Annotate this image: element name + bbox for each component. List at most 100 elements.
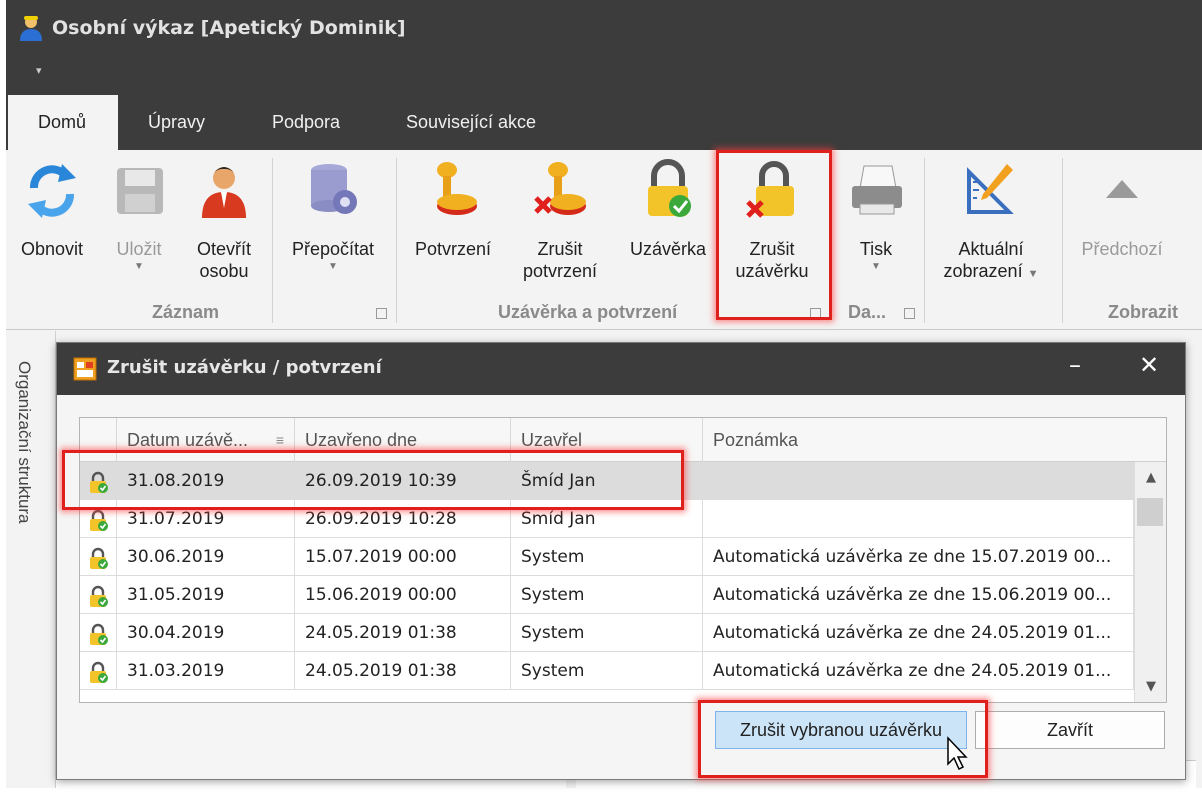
scroll-down-icon[interactable]: ▼ xyxy=(1135,679,1166,694)
recalculate-button[interactable]: Přepočítat ▼ xyxy=(278,158,388,274)
cell-uzavreno: 24.05.2019 01:38 xyxy=(295,614,511,652)
dialog-title-bar: Zrušit uzávěrku / potvrzení – ✕ xyxy=(57,343,1185,395)
ribbon: Obnovit Uložit ▼ Otevřít osobu Přepočíta… xyxy=(6,150,1202,330)
group-launcher-icon[interactable] xyxy=(810,308,821,319)
dropdown-arrow-icon: ▼ xyxy=(328,261,338,272)
cell-datum: 31.05.2019 xyxy=(117,576,295,614)
table-row[interactable]: 31.03.2019 24.05.2019 01:38 System Automati… xyxy=(80,652,1134,690)
floppy-disk-icon xyxy=(109,158,169,222)
close-button[interactable]: Zavřít xyxy=(975,711,1165,749)
side-panel: Organizační struktura xyxy=(6,331,56,788)
column-header-uzavrel[interactable]: Uzavřel xyxy=(511,418,703,462)
column-header-poznamka[interactable]: Poznámka xyxy=(703,418,1135,462)
cell-poznamka: Automatická uzávěrka ze dne 24.05.2019 0… xyxy=(703,614,1134,652)
ruler-pencil-icon xyxy=(961,158,1021,222)
scroll-up-icon[interactable]: ▲ xyxy=(1135,470,1166,485)
lock-check-icon xyxy=(80,500,117,538)
window-title: Osobní výkaz [Apetický Dominik] xyxy=(52,17,406,39)
column-header-datum[interactable]: Datum uzávě... ≡ xyxy=(117,418,295,462)
tab-upravy[interactable]: Úpravy xyxy=(118,95,235,150)
stamp-icon xyxy=(423,158,483,222)
group-label-uzaverka: Uzávěrka a potvrzení xyxy=(498,302,678,322)
title-bar: Osobní výkaz [Apetický Dominik] ▾ xyxy=(6,0,1202,95)
quick-access-dropdown[interactable]: ▾ xyxy=(36,64,42,77)
lock-check-icon xyxy=(80,614,117,652)
lock-cancel-icon xyxy=(742,158,802,222)
tab-podpora[interactable]: Podpora xyxy=(242,95,370,150)
cell-uzavrel: System xyxy=(511,576,703,614)
open-person-button[interactable]: Otevřít osobu xyxy=(184,158,264,282)
stamp-cancel-icon xyxy=(530,158,590,222)
group-launcher-icon[interactable] xyxy=(376,308,387,319)
tab-domu[interactable]: Domů xyxy=(8,95,118,150)
cancel-closing-button[interactable]: Zrušit uzávěrku xyxy=(722,158,822,282)
cell-uzavreno: 24.05.2019 01:38 xyxy=(295,652,511,690)
cell-datum: 31.08.2019 xyxy=(117,462,295,500)
user-icon xyxy=(20,16,42,41)
cell-poznamka xyxy=(703,462,1134,500)
ribbon-separator xyxy=(272,158,273,323)
closing-button[interactable]: Uzávěrka xyxy=(620,158,716,260)
lock-check-icon xyxy=(80,652,117,690)
refresh-icon xyxy=(22,158,82,222)
cell-uzavrel: Šmíd Jan xyxy=(511,462,703,500)
scroll-thumb[interactable] xyxy=(1137,498,1163,526)
cell-datum: 31.07.2019 xyxy=(117,500,295,538)
dialog-title: Zrušit uzávěrku / potvrzení xyxy=(107,357,382,378)
cell-uzavrel: System xyxy=(511,538,703,576)
cancel-confirmation-button[interactable]: Zrušit potvrzení xyxy=(510,158,610,282)
printer-icon xyxy=(846,158,906,222)
table-row[interactable]: 31.07.2019 26.09.2019 10:28 Šmíd Jan xyxy=(80,500,1134,538)
dropdown-arrow-icon: ▼ xyxy=(871,261,881,272)
save-button[interactable]: Uložit ▼ xyxy=(104,158,174,274)
dialog-form-icon xyxy=(73,357,97,381)
cell-datum: 31.03.2019 xyxy=(117,652,295,690)
group-label-zaznam: Záznam xyxy=(152,302,220,322)
sort-icon: ≡ xyxy=(275,432,284,448)
column-header-uzavreno[interactable]: Uzavřeno dne xyxy=(295,418,511,462)
close-icon[interactable]: ✕ xyxy=(1131,351,1167,379)
table-row[interactable]: 31.05.2019 15.06.2019 00:00 System Automati… xyxy=(80,576,1134,614)
cell-uzavrel: System xyxy=(511,652,703,690)
cell-uzavrel: System xyxy=(511,614,703,652)
org-structure-tab[interactable]: Organizační struktura xyxy=(14,361,34,524)
grid-scrollbar[interactable]: ▲ ▼ xyxy=(1134,462,1166,702)
confirm-button[interactable]: Potvrzení xyxy=(406,158,500,260)
current-view-button[interactable]: Aktuální zobrazení ▼ xyxy=(930,158,1052,285)
grid-header: Datum uzávě... ≡ Uzavřeno dne Uzavřel Po… xyxy=(80,418,1166,462)
group-label-zobrazit: Zobrazit xyxy=(1108,302,1178,322)
table-row[interactable]: 30.04.2019 24.05.2019 01:38 System Automati… xyxy=(80,614,1134,652)
person-icon xyxy=(194,158,254,222)
print-button[interactable]: Tisk ▼ xyxy=(836,158,916,274)
closings-grid: Datum uzávě... ≡ Uzavřeno dne Uzavřel Po… xyxy=(79,417,1167,703)
tab-souvisejici-akce[interactable]: Související akce xyxy=(376,95,566,150)
cell-poznamka: Automatická uzávěrka ze dne 15.07.2019 0… xyxy=(703,538,1134,576)
dropdown-arrow-icon: ▼ xyxy=(134,261,144,272)
cell-datum: 30.04.2019 xyxy=(117,614,295,652)
triangle-up-icon xyxy=(1092,158,1152,222)
group-launcher-icon[interactable] xyxy=(904,308,915,319)
ribbon-separator xyxy=(924,158,925,323)
cell-datum: 30.06.2019 xyxy=(117,538,295,576)
cell-uzavreno: 26.09.2019 10:39 xyxy=(295,462,511,500)
table-row[interactable]: 31.08.2019 26.09.2019 10:39 Šmíd Jan xyxy=(80,462,1134,500)
ribbon-separator xyxy=(396,158,397,323)
database-gear-icon xyxy=(303,158,363,222)
lock-check-icon xyxy=(638,158,698,222)
table-row[interactable]: 30.06.2019 15.07.2019 00:00 System Automati… xyxy=(80,538,1134,576)
minimize-icon[interactable]: – xyxy=(1057,351,1093,379)
cell-uzavreno: 15.07.2019 00:00 xyxy=(295,538,511,576)
previous-button[interactable]: Předchozí xyxy=(1072,158,1172,260)
cell-uzavreno: 26.09.2019 10:28 xyxy=(295,500,511,538)
ribbon-tabs: Domů Úpravy Podpora Související akce xyxy=(6,95,1202,150)
header-icon-column xyxy=(80,418,117,462)
cancel-closing-dialog: Zrušit uzávěrku / potvrzení – ✕ Datum uz… xyxy=(56,342,1186,780)
lock-check-icon xyxy=(80,576,117,614)
refresh-button[interactable]: Obnovit xyxy=(12,158,92,260)
ribbon-separator xyxy=(1062,158,1063,323)
lock-check-icon xyxy=(80,538,117,576)
cell-poznamka: Automatická uzávěrka ze dne 24.05.2019 0… xyxy=(703,652,1134,690)
cancel-selected-closing-button[interactable]: Zrušit vybranou uzávěrku xyxy=(715,711,967,749)
cell-poznamka xyxy=(703,500,1134,538)
cell-uzavrel: Šmíd Jan xyxy=(511,500,703,538)
